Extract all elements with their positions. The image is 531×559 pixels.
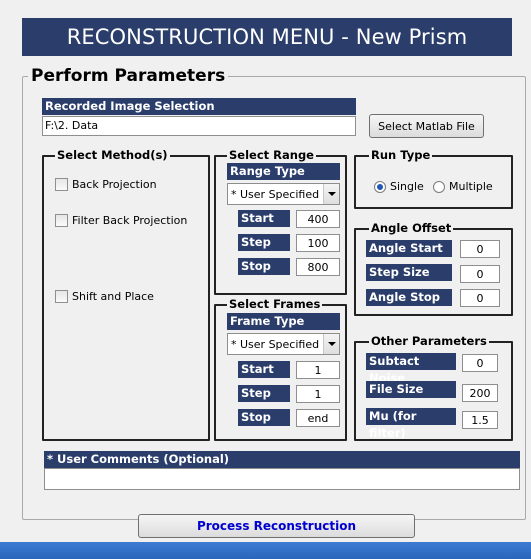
range-step-label: Step (238, 234, 290, 251)
range-type-label: Range Type (227, 163, 340, 180)
mu-filter-label: Mu (for filter) (366, 408, 456, 440)
filter-back-projection-checkbox[interactable] (55, 214, 68, 227)
frames-stop-field[interactable]: end (296, 409, 340, 427)
range-type-select[interactable]: * User Specified (227, 183, 340, 205)
back-projection-checkbox[interactable] (55, 178, 68, 191)
frame-type-select[interactable]: * User Specified (227, 333, 340, 355)
frame-type-value: * User Specified (231, 337, 320, 351)
step-size-field[interactable]: 0 (460, 265, 500, 283)
run-type-single[interactable]: Single (374, 180, 424, 193)
subtract-noise-field[interactable]: 0 (462, 354, 498, 372)
filter-back-projection-label: Filter Back Projection (72, 214, 188, 227)
select-method-legend: Select Method(s) (55, 148, 170, 162)
recorded-image-label: Recorded Image Selection (42, 98, 356, 115)
single-label: Single (390, 180, 424, 193)
angle-start-label: Angle Start (366, 240, 452, 257)
chevron-down-icon[interactable] (323, 184, 339, 204)
perform-parameters-legend: Perform Parameters (28, 66, 229, 86)
multiple-label: Multiple (449, 180, 493, 193)
other-parameters-legend: Other Parameters (369, 334, 489, 348)
run-type-legend: Run Type (369, 148, 433, 162)
angle-offset-legend: Angle Offset (369, 221, 454, 235)
single-radio[interactable] (374, 180, 386, 193)
run-type-multiple[interactable]: Multiple (433, 180, 493, 193)
frame-type-label: Frame Type (227, 313, 340, 330)
page-title: RECONSTRUCTION MENU - New Prism (22, 18, 512, 56)
angle-start-field[interactable]: 0 (460, 240, 500, 258)
taskbar (0, 542, 531, 559)
select-matlab-file-button[interactable]: Select Matlab File (369, 114, 484, 138)
method-option-shift-and-place[interactable]: Shift and Place (55, 290, 154, 303)
shift-and-place-checkbox[interactable] (55, 290, 68, 303)
angle-stop-field[interactable]: 0 (460, 289, 500, 307)
file-size-label: File Size (366, 381, 456, 398)
range-stop-label: Stop (238, 258, 290, 275)
process-reconstruction-button[interactable]: Process Reconstruction (138, 514, 415, 538)
file-size-field[interactable]: 200 (462, 384, 498, 402)
range-start-field[interactable]: 400 (296, 210, 340, 228)
frames-step-label: Step (238, 385, 290, 402)
range-stop-field[interactable]: 800 (296, 258, 340, 276)
frames-start-label: Start (238, 361, 290, 378)
range-start-label: Start (238, 210, 290, 227)
mu-filter-field[interactable]: 1.5 (462, 411, 498, 429)
user-comments-label: * User Comments (Optional) (44, 451, 520, 468)
range-type-value: * User Specified (231, 187, 320, 201)
user-comments-field[interactable] (44, 468, 520, 490)
range-step-field[interactable]: 100 (296, 234, 340, 252)
frames-step-field[interactable]: 1 (296, 385, 340, 403)
select-frames-legend: Select Frames (227, 297, 323, 311)
multiple-radio[interactable] (433, 180, 445, 193)
shift-and-place-label: Shift and Place (72, 290, 154, 303)
subtract-noise-label: Subtact Noise (366, 353, 456, 385)
angle-stop-label: Angle Stop (366, 289, 452, 306)
recorded-image-path-field[interactable]: F:\2. Data (42, 116, 356, 136)
step-size-label: Step Size (366, 264, 452, 281)
method-option-filter-back-projection[interactable]: Filter Back Projection (55, 214, 187, 227)
frames-stop-label: Stop (238, 409, 290, 426)
frames-start-field[interactable]: 1 (296, 361, 340, 379)
back-projection-label: Back Projection (72, 178, 157, 191)
method-option-back-projection[interactable]: Back Projection (55, 178, 157, 191)
chevron-down-icon[interactable] (323, 334, 339, 354)
select-range-legend: Select Range (227, 148, 316, 162)
reconstruction-window: RECONSTRUCTION MENU - New Prism Perform … (0, 0, 531, 559)
